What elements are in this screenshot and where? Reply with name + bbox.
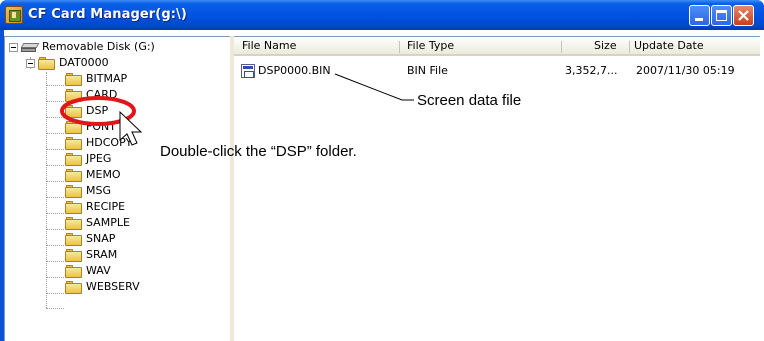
maximize-icon <box>716 10 727 21</box>
folder-icon <box>65 201 83 214</box>
tree-item-msg[interactable]: MSG <box>65 183 215 199</box>
folder-icon <box>65 249 83 262</box>
tree-connector <box>46 197 64 198</box>
column-update-date[interactable]: Update Date <box>634 37 704 55</box>
tree-connector <box>46 117 64 118</box>
folder-icon <box>65 105 83 118</box>
tree-connector <box>46 85 64 86</box>
column-separator[interactable] <box>399 41 400 53</box>
collapse-dat0000-toggle[interactable] <box>26 59 35 68</box>
window-title: CF Card Manager(g:\) <box>28 7 187 22</box>
tree-connector <box>46 293 64 294</box>
tree-item-sram[interactable]: SRAM <box>65 247 215 263</box>
tree-connector <box>46 181 64 182</box>
file-date-cell: 2007/11/30 05:19 <box>636 64 735 77</box>
minimize-button[interactable] <box>689 5 710 26</box>
tree-item-removable-disk[interactable]: Removable Disk (G:) <box>20 39 221 55</box>
folder-icon <box>65 265 83 278</box>
tree-item-dsp[interactable]: DSP <box>65 103 215 119</box>
folder-icon <box>38 57 56 70</box>
app-icon <box>5 6 23 24</box>
bin-file-icon <box>241 64 255 78</box>
collapse-root-toggle[interactable] <box>9 43 18 52</box>
folder-icon <box>65 169 83 182</box>
double-click-annotation: Double-click the “DSP” folder. <box>160 143 357 160</box>
tree-item-sample[interactable]: SAMPLE <box>65 215 215 231</box>
tree-connector <box>46 308 64 309</box>
folder-icon <box>65 89 83 102</box>
tree-item-bitmap[interactable]: BITMAP <box>65 71 215 87</box>
folder-icon <box>65 137 83 150</box>
minimize-icon <box>695 18 703 21</box>
tree-connector <box>46 229 64 230</box>
tree-connector <box>46 261 64 262</box>
file-list[interactable] <box>234 36 760 341</box>
tree-item-card[interactable]: CARD <box>65 87 215 103</box>
tree-item-memo[interactable]: MEMO <box>65 167 215 183</box>
folder-icon <box>65 233 83 246</box>
folder-icon <box>65 281 83 294</box>
column-separator[interactable] <box>561 41 562 53</box>
column-file-name[interactable]: File Name <box>242 37 296 55</box>
file-row-dsp0000[interactable]: DSP0000.BIN BIN File 3,352,7... 2007/11/… <box>241 63 759 79</box>
folder-icon <box>65 121 83 134</box>
tree-item-font[interactable]: FONT <box>65 119 215 135</box>
tree-connector <box>46 72 47 308</box>
screen-data-annotation: Screen data file <box>417 92 522 109</box>
tree-connector <box>46 165 64 166</box>
tree-item-wav[interactable]: WAV <box>65 263 215 279</box>
tree-connector <box>46 277 64 278</box>
title-bar[interactable]: CF Card Manager(g:\) <box>0 0 764 30</box>
column-size[interactable]: Size <box>594 37 617 55</box>
tree-item-webserv[interactable]: WEBSERV <box>65 279 215 295</box>
file-name-cell: DSP0000.BIN <box>258 64 331 77</box>
file-type-cell: BIN File <box>407 64 448 77</box>
folder-icon <box>65 185 83 198</box>
tree-connector <box>46 213 64 214</box>
folder-icon <box>65 217 83 230</box>
tree-item-snap[interactable]: SNAP <box>65 231 215 247</box>
close-button[interactable] <box>733 5 754 26</box>
tree-connector <box>46 101 64 102</box>
close-icon <box>738 10 749 21</box>
column-separator[interactable] <box>629 41 630 53</box>
tree-connector <box>46 133 64 134</box>
tree-connector <box>46 149 64 150</box>
file-size-cell: 3,352,7... <box>565 64 618 77</box>
folder-icon <box>65 73 83 86</box>
tree-connector <box>46 245 64 246</box>
tree-item-recipe[interactable]: RECIPE <box>65 199 215 215</box>
tree-item-dat0000[interactable]: DAT0000 <box>38 55 218 71</box>
column-header-bar: File Name File Type Size Update Date <box>234 37 760 56</box>
folder-icon <box>65 153 83 166</box>
folder-tree[interactable]: Removable Disk (G:) DAT0000 BITMAP CARD … <box>4 36 230 341</box>
column-file-type[interactable]: File Type <box>407 37 454 55</box>
removable-disk-icon <box>20 43 40 52</box>
maximize-button[interactable] <box>711 5 732 26</box>
